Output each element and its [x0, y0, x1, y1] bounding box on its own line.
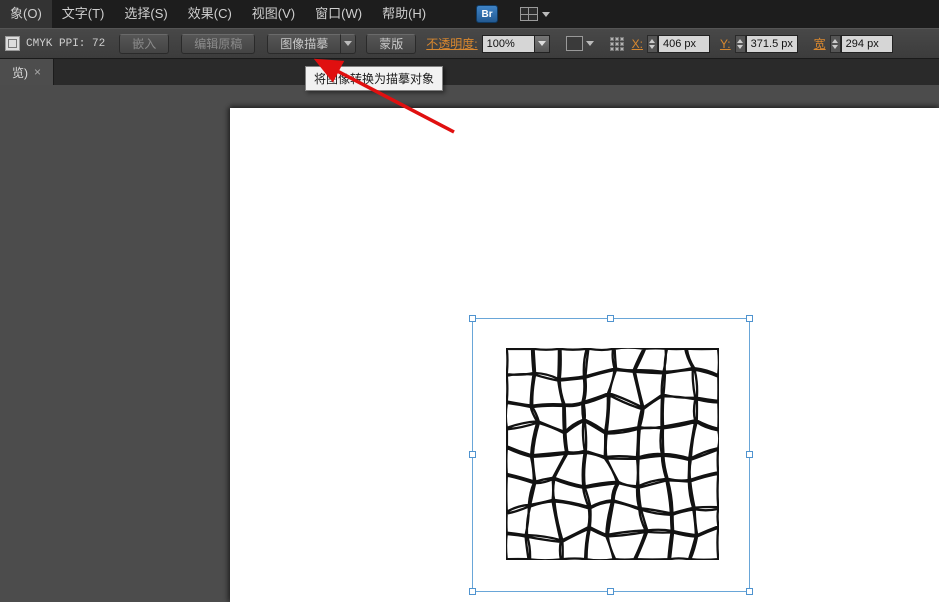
menu-select[interactable]: 选择(S) — [114, 0, 177, 28]
document-tab-strip: 览) × — [0, 59, 939, 85]
width-stepper[interactable] — [830, 35, 841, 53]
style-dropdown[interactable] — [566, 36, 594, 51]
menu-help[interactable]: 帮助(H) — [372, 0, 436, 28]
canvas-pasteboard — [0, 85, 939, 602]
menu-object[interactable]: 象(O) — [0, 0, 52, 28]
y-label: Y: — [720, 37, 731, 51]
chevron-down-icon — [344, 41, 352, 46]
document-tab[interactable]: 览) × — [0, 59, 54, 85]
tab-close-icon[interactable]: × — [34, 66, 41, 78]
selection-handle-ne[interactable] — [746, 315, 753, 322]
style-icon — [566, 36, 583, 51]
linked-image-icon — [5, 36, 20, 51]
selection-handle-w[interactable] — [469, 451, 476, 458]
selection-handle-se[interactable] — [746, 588, 753, 595]
selection-bounding-box[interactable] — [472, 318, 750, 592]
x-stepper[interactable] — [647, 35, 658, 53]
opacity-value-field[interactable]: 100% — [482, 35, 534, 53]
opacity-combo[interactable]: 100% — [482, 35, 550, 53]
menu-window[interactable]: 窗口(W) — [305, 0, 372, 28]
width-label: 宽 — [814, 35, 826, 52]
image-trace-button[interactable]: 图像描摹 — [267, 34, 341, 54]
document-tab-title: 览) — [12, 64, 28, 81]
chevron-down-icon — [542, 12, 550, 17]
mask-button[interactable]: 蒙版 — [366, 34, 416, 54]
crackle-pattern-svg — [506, 348, 719, 560]
control-bar: CMYK PPI: 72 嵌入 编辑原稿 图像描摹 蒙版 不透明度: 100% … — [0, 28, 939, 59]
x-label: X: — [632, 37, 643, 51]
selection-handle-s[interactable] — [607, 588, 614, 595]
image-trace-tooltip: 将图像转换为描摹对象 — [305, 66, 443, 91]
image-trace-dropdown-arrow[interactable] — [341, 34, 356, 54]
selection-handle-sw[interactable] — [469, 588, 476, 595]
width-value-field[interactable]: 294 px — [841, 35, 893, 53]
chevron-down-icon — [538, 41, 546, 46]
edit-original-button[interactable]: 编辑原稿 — [181, 34, 255, 54]
embed-button[interactable]: 嵌入 — [119, 34, 169, 54]
opacity-label[interactable]: 不透明度: — [426, 35, 477, 52]
placed-crackle-image[interactable] — [506, 348, 719, 560]
chevron-down-icon — [586, 41, 594, 46]
menu-type[interactable]: 文字(T) — [52, 0, 115, 28]
y-value-field[interactable]: 371.5 px — [746, 35, 798, 53]
reference-point-locator[interactable] — [610, 37, 624, 51]
selection-handle-e[interactable] — [746, 451, 753, 458]
menu-view[interactable]: 视图(V) — [242, 0, 305, 28]
selection-handle-nw[interactable] — [469, 315, 476, 322]
arrange-documents-dropdown[interactable] — [520, 7, 550, 21]
app-window: 象(O) 文字(T) 选择(S) 效果(C) 视图(V) 窗口(W) 帮助(H)… — [0, 0, 939, 602]
arrange-documents-icon — [520, 7, 538, 21]
image-info-text: CMYK PPI: 72 — [26, 38, 105, 50]
menu-effect[interactable]: 效果(C) — [178, 0, 242, 28]
menu-bar: 象(O) 文字(T) 选择(S) 效果(C) 视图(V) 窗口(W) 帮助(H)… — [0, 0, 939, 28]
selection-handle-n[interactable] — [607, 315, 614, 322]
x-value-field[interactable]: 406 px — [658, 35, 710, 53]
bridge-icon[interactable]: Br — [476, 5, 498, 23]
opacity-dropdown-arrow[interactable] — [534, 35, 550, 53]
y-stepper[interactable] — [735, 35, 746, 53]
